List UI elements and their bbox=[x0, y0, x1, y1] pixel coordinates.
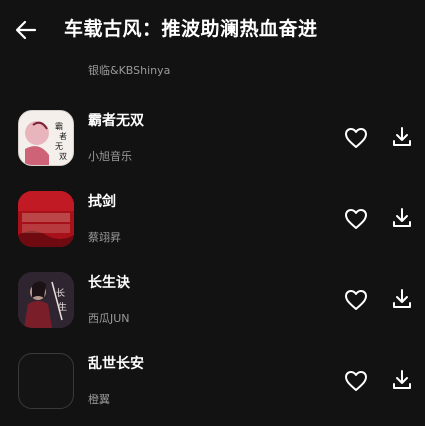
song-title: 长生诀 bbox=[88, 275, 130, 291]
list-item[interactable]: 拭剑 蔡翊昇 bbox=[0, 181, 425, 261]
heart-outline-icon[interactable] bbox=[343, 126, 369, 150]
album-cover bbox=[18, 191, 74, 247]
song-title: 拭剑 bbox=[88, 194, 116, 210]
song-title: 霸者无双 bbox=[88, 113, 144, 129]
list-item[interactable]: 长 生 长生诀 西瓜JUN bbox=[0, 262, 425, 342]
list-item[interactable]: 乱世长安 橙翼 bbox=[0, 343, 425, 423]
download-icon[interactable] bbox=[390, 287, 414, 311]
song-artist: 银临&KBShinya bbox=[88, 64, 171, 77]
heart-outline-icon[interactable] bbox=[343, 369, 369, 393]
song-artist: 蔡翊昇 bbox=[88, 231, 121, 244]
svg-text:长: 长 bbox=[56, 287, 65, 299]
svg-text:双: 双 bbox=[59, 152, 67, 161]
svg-text:者: 者 bbox=[59, 132, 67, 141]
svg-text:生: 生 bbox=[58, 301, 67, 313]
download-icon[interactable] bbox=[390, 206, 414, 230]
top-bar: 车载古风：推波助澜热血奋进 bbox=[0, 0, 425, 60]
song-artist: 小旭音乐 bbox=[88, 150, 132, 163]
svg-text:无: 无 bbox=[55, 142, 63, 151]
heart-outline-icon[interactable] bbox=[343, 288, 369, 312]
playlist-screen: 银临&KBShinya 霸 者 无 双 霸者无双 小旭音乐 拭剑 蔡翊昇 长 生… bbox=[0, 0, 425, 426]
list-item[interactable]: 霸 者 无 双 霸者无双 小旭音乐 bbox=[0, 100, 425, 180]
page-title: 车载古风：推波助澜热血奋进 bbox=[64, 18, 318, 40]
song-title: 乱世长安 bbox=[88, 356, 144, 372]
album-cover bbox=[18, 353, 74, 409]
song-artist: 西瓜JUN bbox=[88, 312, 130, 325]
album-cover: 霸 者 无 双 bbox=[18, 110, 74, 166]
svg-text:霸: 霸 bbox=[55, 122, 63, 131]
album-cover: 长 生 bbox=[18, 272, 74, 328]
song-artist: 橙翼 bbox=[88, 393, 110, 406]
download-icon[interactable] bbox=[390, 368, 414, 392]
download-icon[interactable] bbox=[390, 125, 414, 149]
arrow-left-icon[interactable] bbox=[12, 16, 40, 44]
heart-outline-icon[interactable] bbox=[343, 207, 369, 231]
